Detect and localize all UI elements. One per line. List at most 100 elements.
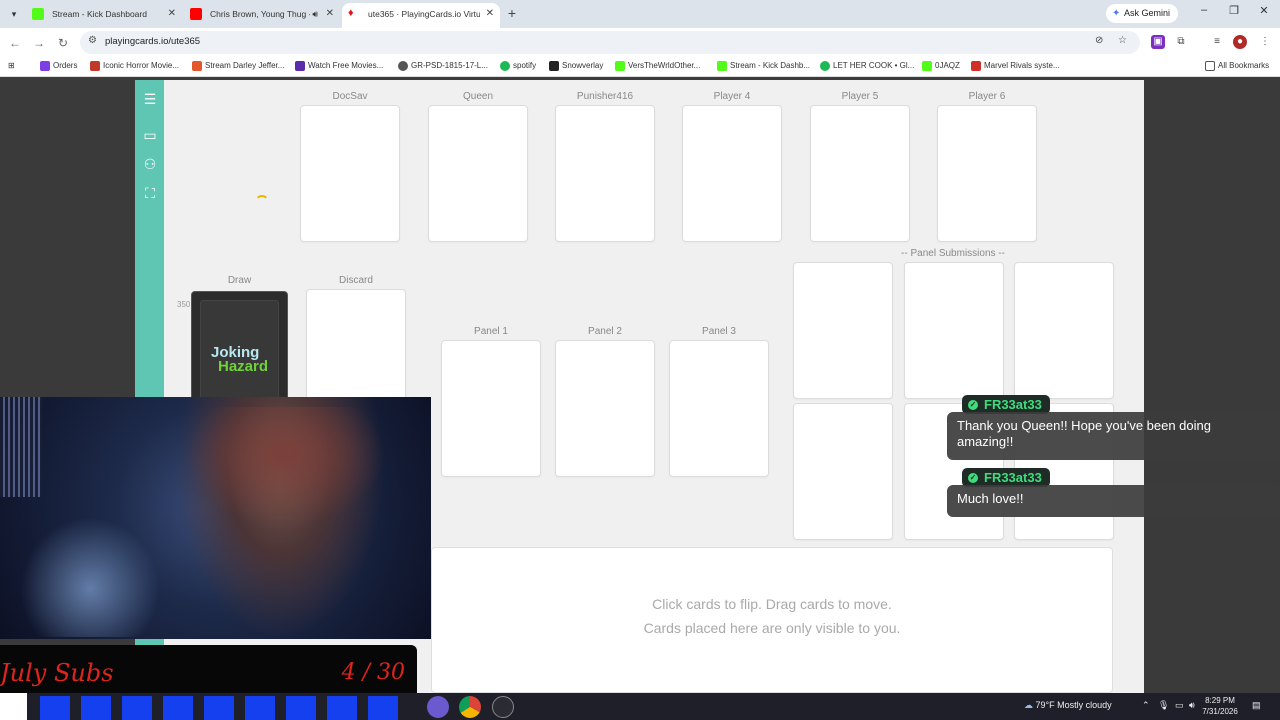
chat-message: Thank you Queen!! Hope you've been doing…	[947, 412, 1280, 460]
panel-label: Panel 3	[702, 326, 736, 337]
panel-slot[interactable]	[669, 340, 769, 477]
webcam-overlay	[0, 397, 431, 639]
network-icon[interactable]: ▭	[1175, 700, 1184, 711]
bookmark-item[interactable]: Watch Free Movies...	[295, 60, 383, 72]
draw-label: Draw	[227, 275, 252, 286]
extensions-puzzle-icon[interactable]: ⧉	[1174, 35, 1188, 49]
tab-playingcards[interactable]: ♦ ute365 · PlayingCards.io Virtual ✕	[342, 3, 500, 28]
hamburger-menu-icon[interactable]: ☰	[141, 90, 159, 108]
ask-gemini-button[interactable]: ✦ Ask Gemini	[1106, 4, 1178, 23]
bookmark-favicon-icon	[192, 61, 202, 71]
tab-search-icon[interactable]: ▾	[5, 5, 23, 23]
bookmark-item[interactable]: spotify	[500, 60, 536, 72]
bookmark-favicon-icon	[922, 61, 932, 71]
folder-icon	[1205, 61, 1215, 71]
private-hand-area[interactable]: Click cards to flip. Drag cards to move.…	[431, 547, 1113, 693]
obs-app-icon[interactable]	[492, 696, 514, 718]
reload-icon[interactable]: ↻	[54, 34, 72, 52]
tab-youtube[interactable]: Chris Brown, Young Thug - 🔊︎ ✕	[184, 3, 340, 28]
tab-kick-dashboard[interactable]: Stream - Kick Dashboard ✕	[26, 3, 182, 28]
discard-pile[interactable]	[306, 289, 406, 401]
player-card-slot[interactable]	[428, 105, 528, 242]
menu-kebab-icon[interactable]: ⋮	[1258, 35, 1272, 49]
extension-icon[interactable]: ▣	[1151, 35, 1165, 49]
bookmark-favicon-icon	[500, 61, 510, 71]
bookmark-item[interactable]: Orders	[40, 60, 77, 72]
eye-off-icon[interactable]: ⊘	[1095, 35, 1103, 46]
gemini-spark-icon: ✦	[1112, 8, 1121, 19]
submission-slot[interactable]	[904, 262, 1004, 399]
bookmark-label: Stream Darley Jeffer...	[205, 61, 285, 70]
player-card-slot[interactable]	[810, 105, 910, 242]
player-card-slot[interactable]	[937, 105, 1037, 242]
close-icon[interactable]: ✕	[168, 3, 176, 25]
ask-gemini-label: Ask Gemini	[1124, 8, 1171, 18]
new-tab-button[interactable]: +	[504, 4, 520, 22]
address-bar[interactable]: ⚙ playingcards.io/ute365 ⊘ ☆	[80, 31, 1140, 54]
bookmark-item[interactable]: Iconic Horror Movie...	[90, 60, 179, 72]
bookmark-label: Stream - Kick Dashb...	[730, 61, 811, 70]
profile-avatar[interactable]: ●	[1233, 35, 1247, 49]
players-group-icon[interactable]: ⚇	[141, 155, 159, 173]
apps-grid-icon[interactable]: ⊞	[8, 60, 15, 72]
bookmark-item[interactable]: Marvel Rivals syste...	[971, 60, 1060, 72]
subs-progress-block	[122, 696, 152, 720]
draw-pile[interactable]: Joking Hazard	[191, 291, 288, 404]
microphone-icon[interactable]: 🎙︎	[1158, 700, 1169, 711]
all-bookmarks-label: All Bookmarks	[1218, 61, 1270, 70]
kick-favicon-icon	[32, 8, 44, 20]
fullscreen-icon[interactable]: ⛶	[141, 184, 159, 202]
subs-progress-block	[327, 696, 357, 720]
submission-slot[interactable]	[793, 403, 893, 540]
desk-light-image	[20, 517, 160, 637]
player-card-slot[interactable]	[300, 105, 400, 242]
bookmark-item[interactable]: LET HER COOK • Gl...	[820, 60, 914, 72]
window-close-icon[interactable]: ✕	[1254, 4, 1274, 17]
bookmarks-bar: ⊞ Orders Iconic Horror Movie... Stream D…	[0, 57, 1280, 77]
bookmark-item[interactable]: Stream - Kick Dashb...	[717, 60, 810, 72]
subs-progress-block	[81, 696, 111, 720]
panel-slot[interactable]	[441, 340, 541, 477]
bookmark-label: Iconic Horror Movie...	[103, 61, 180, 70]
speaker-icon[interactable]: 🔊︎	[312, 3, 318, 25]
bookmark-item[interactable]: 0JAQZ	[922, 60, 960, 72]
volume-icon[interactable]: 🔊︎	[1189, 700, 1195, 711]
page-margin-right	[1144, 80, 1280, 693]
discord-app-icon[interactable]	[427, 696, 449, 718]
player-label: Punisher416	[576, 91, 634, 102]
subs-goal-overlay: July Subs 4 / 30	[0, 645, 417, 693]
bookmark-label: Marvel Rivals syste...	[984, 61, 1060, 70]
discard-label: Discard	[339, 275, 373, 286]
all-bookmarks-button[interactable]: All Bookmarks	[1205, 60, 1269, 72]
streamer-hair-image	[185, 407, 385, 527]
tray-chevron-icon[interactable]: ⌃	[1142, 700, 1150, 711]
panel-slot[interactable]	[555, 340, 655, 477]
system-clock[interactable]: 8:29 PM 7/31/2026	[1196, 695, 1244, 717]
site-info-icon[interactable]: ⚙	[88, 35, 97, 46]
weather-widget[interactable]: ☁ 79°F Mostly cloudy	[1024, 700, 1112, 711]
chrome-app-icon[interactable]	[459, 696, 481, 718]
player-card-slot[interactable]	[682, 105, 782, 242]
subs-progress-block	[245, 696, 275, 720]
bookmark-label: Snowverlay	[562, 61, 604, 70]
close-icon[interactable]: ✕	[486, 3, 494, 25]
bookmark-item[interactable]: Stream Darley Jeffer...	[192, 60, 284, 72]
forward-icon[interactable]: →	[30, 34, 48, 52]
submission-slot[interactable]	[1014, 262, 1114, 399]
bookmark-item[interactable]: GR-PSD-1815-17-L...	[398, 60, 488, 72]
bookmark-item[interactable]: VersTheWrldOther...	[615, 60, 700, 72]
notifications-icon[interactable]: ▤	[1252, 700, 1261, 711]
bookmark-item[interactable]: Snowverlay	[549, 60, 603, 72]
back-icon[interactable]: ←	[6, 34, 24, 52]
close-icon[interactable]: ✕	[326, 3, 334, 25]
loading-spinner-icon	[255, 195, 269, 209]
start-button[interactable]	[0, 693, 27, 720]
maximize-icon[interactable]: ❐	[1224, 4, 1244, 17]
player-label: Player 4	[713, 91, 751, 102]
toolbox-icon[interactable]: ▭	[141, 126, 159, 144]
minimize-icon[interactable]: –	[1194, 4, 1214, 16]
submission-slot[interactable]	[793, 262, 893, 399]
bookmark-star-icon[interactable]: ☆	[1118, 35, 1127, 46]
player-card-slot[interactable]	[555, 105, 655, 242]
media-control-icon[interactable]: ≡	[1210, 35, 1224, 49]
